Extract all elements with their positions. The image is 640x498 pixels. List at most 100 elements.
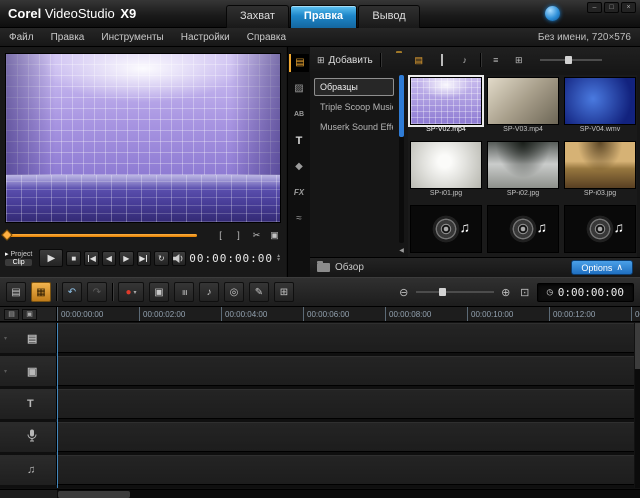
menu-edit[interactable]: Правка [51,32,85,43]
minimize-button[interactable]: – [587,2,602,13]
sound-mixer-button[interactable]: ≡ [174,282,194,302]
mark-in-button[interactable]: [ [214,229,227,242]
track-chevron-icon[interactable]: ▾ [4,368,7,375]
menu-settings[interactable]: Настройки [181,32,230,43]
subtitle-editor-button[interactable]: ✎ [249,282,269,302]
video-track-lane[interactable] [57,323,634,353]
category-triple-scoop[interactable]: Triple Scoop Music [314,98,394,116]
motion-tracking-button[interactable]: ◎ [224,282,244,302]
playhead[interactable] [57,323,58,488]
filter-audio-button[interactable]: ♪ [457,53,473,67]
seek-bar[interactable] [5,234,197,237]
timeline-zoom-knob[interactable] [439,288,446,296]
preview-timecode[interactable]: 00:00:00:00 ▲ ▼ [189,252,281,265]
thumbnail-audio-2[interactable]: ♫ [487,205,561,257]
next-frame-button[interactable]: ▶ [119,251,134,266]
graphic-icon[interactable]: ◆ [289,158,309,176]
go-start-button[interactable]: ◀ [84,251,99,266]
timeline-zoom-slider[interactable] [416,291,494,293]
fit-project-icon[interactable]: ⊡ [518,286,532,299]
repeat-button[interactable]: ↻ [154,251,169,266]
timeline-vertical-scrollbar[interactable] [635,323,640,488]
category-muserk[interactable]: Muserk Sound Effect [314,118,394,136]
thumbnail-sp-v04[interactable]: SP-V04.wmv [564,77,637,139]
timeline-ruler[interactable]: ▤ ▣ 00:00:00:00 00:00:02:00 00:00:04:00 … [0,307,640,322]
menu-tools[interactable]: Инструменты [101,32,163,43]
enlarge-preview-icon[interactable]: ▣ [268,229,281,242]
thumbnail-audio-1[interactable]: ♫ [410,205,484,257]
timeline-horizontal-scrollbar[interactable] [0,489,640,498]
music-track-lane[interactable] [57,455,634,485]
thumbnail-sp-v03[interactable]: SP-V03.mp4 [487,77,561,139]
instant-project-button[interactable]: ▣ [149,282,169,302]
timecode-steppers[interactable]: ▲ ▼ [276,254,281,262]
scroll-left-button[interactable]: ◀ [396,247,407,256]
filter-icon[interactable]: FX [289,184,309,202]
track-chevron-icon[interactable]: ▾ [4,335,7,342]
track-manager-button[interactable]: ▣ [22,309,37,320]
list-view-button[interactable]: ≡ [488,53,504,67]
redo-button[interactable]: ↷ [87,282,107,302]
menu-help[interactable]: Справка [247,32,286,43]
maximize-button[interactable]: □ [604,2,619,13]
video-viewport[interactable] [5,53,281,223]
tab-edit[interactable]: Правка [290,5,357,28]
options-button[interactable]: Options ∧ [571,260,633,275]
media-library-icon[interactable]: ▤ [289,54,309,72]
record-capture-button[interactable]: ●▾ [118,282,144,302]
music-track-header[interactable]: ♫ [0,455,57,485]
previous-frame-button[interactable]: ◀ [102,251,117,266]
timeline-view-button[interactable]: ▦ [31,282,51,302]
mode-project[interactable]: ▸Project [5,250,32,258]
video-track-header[interactable]: ▾ ▤ [0,323,57,353]
timecode-value[interactable]: 00:00:00:00 [189,252,273,265]
title-track-header[interactable]: T [0,389,57,419]
close-button[interactable]: × [621,2,636,13]
show-all-tracks-button[interactable]: ▤ [4,309,19,320]
overlay-track-lane[interactable] [57,356,634,386]
zoom-out-icon[interactable]: ⊖ [397,286,411,299]
motion-path-icon[interactable]: ≈ [289,210,309,228]
tab-share[interactable]: Вывод [358,5,420,28]
storyboard-view-button[interactable]: ▤ [6,282,26,302]
timeline-horizontal-scrollbar-thumb[interactable] [58,491,130,498]
timeline-vertical-scrollbar-thumb[interactable] [635,323,640,369]
seek-handle[interactable] [1,229,12,240]
voice-track-lane[interactable] [57,422,634,452]
auto-music-button[interactable]: ♪ [199,282,219,302]
library-scrollbar-thumb[interactable] [399,75,404,137]
filter-video-button[interactable]: ▤ [411,53,427,67]
instant-project-icon[interactable]: ▨ [289,80,309,98]
corel-guide-icon[interactable] [545,6,560,21]
split-clip-icon[interactable]: ✂ [250,229,263,242]
grid-view-button[interactable]: ⊞ [511,53,527,67]
go-end-button[interactable]: ▶ [137,251,152,266]
thumbnail-sp-i02[interactable]: SP-i02.jpg [487,141,561,203]
stop-button[interactable]: ■ [66,251,81,266]
add-media-button[interactable]: ⊞ Добавить [317,55,373,66]
transition-icon[interactable]: AB [289,106,309,124]
mode-clip[interactable]: Clip [5,259,32,266]
thumbnail-sp-v02[interactable]: SP-V02.mp4 [410,77,484,139]
mark-out-button[interactable]: ] [232,229,245,242]
browse-button[interactable]: Обзор [317,262,364,273]
play-button[interactable]: ▶ [39,249,63,267]
multicam-editor-button[interactable]: ⊞ [274,282,294,302]
thumbnail-sp-i03[interactable]: SP-i03.jpg [564,141,637,203]
title-track-lane[interactable] [57,389,634,419]
import-folder-button[interactable] [388,53,404,67]
volume-button[interactable] [172,251,187,266]
voice-track-header[interactable] [0,422,57,452]
thumbnail-audio-3[interactable]: ♫ [564,205,637,257]
zoom-in-icon[interactable]: ⊕ [499,286,513,299]
undo-button[interactable]: ↶ [62,282,82,302]
overlay-track-header[interactable]: ▾ ▣ [0,356,57,386]
category-samples[interactable]: Образцы [314,78,394,96]
timecode-down-icon[interactable]: ▼ [276,258,281,262]
thumbnail-zoom-slider[interactable] [540,59,602,61]
thumbnail-zoom-knob[interactable] [565,56,572,64]
thumbnail-sp-i01[interactable]: SP-i01.jpg [410,141,484,203]
tab-capture[interactable]: Захват [226,5,289,28]
menu-file[interactable]: Файл [9,32,34,43]
title-icon[interactable]: T [289,132,309,150]
